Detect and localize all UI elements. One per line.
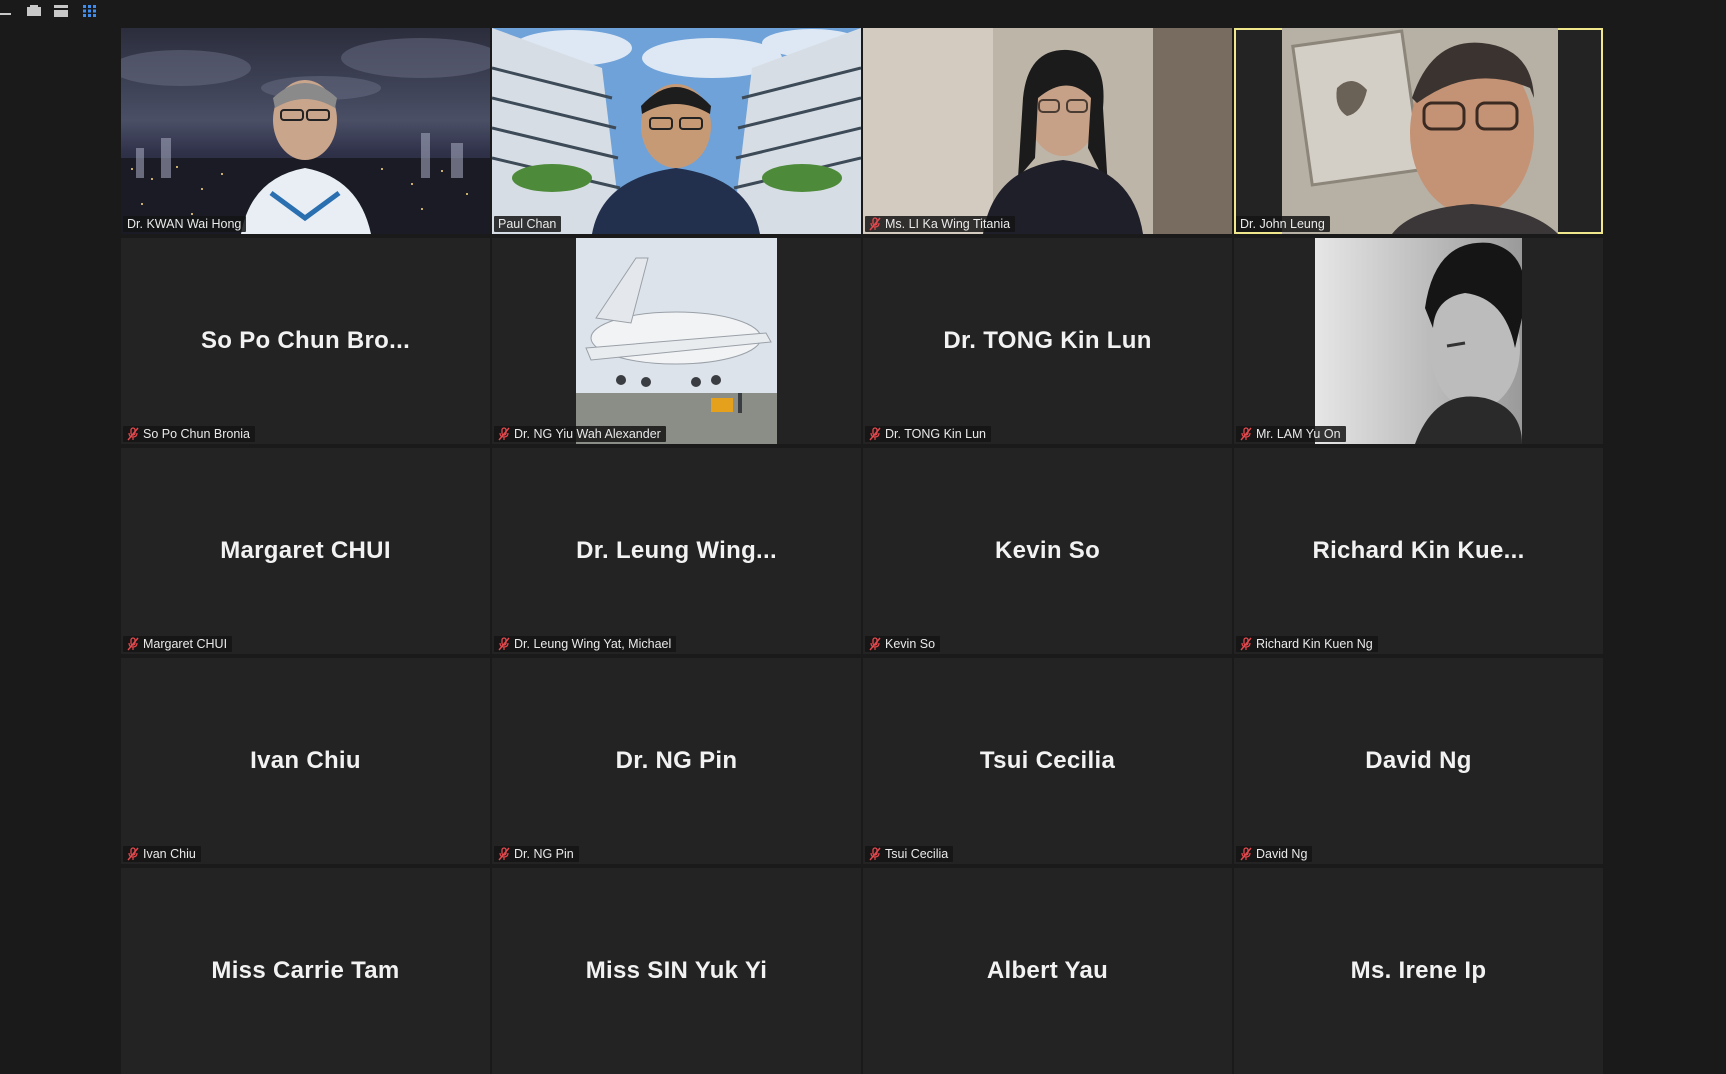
participant-name-label: Tsui Cecilia: [865, 846, 954, 862]
participant-name-label: Dr. NG Yiu Wah Alexander: [494, 426, 666, 442]
muted-mic-icon: [1240, 427, 1252, 441]
participant-name: Tsui Cecilia: [885, 847, 949, 861]
participant-tile[interactable]: Miss Carrie Tam: [121, 868, 490, 1074]
participant-tile[interactable]: Dr. KWAN Wai Hong: [121, 28, 490, 234]
participant-name-label: Ivan Chiu: [123, 846, 201, 862]
participant-display-name: Dr. TONG Kin Lun: [943, 327, 1152, 354]
participant-video: [863, 28, 1232, 234]
participant-name: Ms. LI Ka Wing Titania: [885, 217, 1011, 231]
participant-display-name: Dr. Leung Wing...: [576, 537, 777, 564]
participant-tile[interactable]: David Ng David Ng: [1234, 658, 1603, 864]
minimize-icon[interactable]: [0, 2, 14, 20]
participant-tile[interactable]: Dr. NG Yiu Wah Alexander: [492, 238, 861, 444]
participant-tile[interactable]: Ivan Chiu Ivan Chiu: [121, 658, 490, 864]
participant-display-name: Miss Carrie Tam: [211, 957, 400, 984]
participant-video: [1282, 28, 1558, 234]
participant-name: Paul Chan: [498, 217, 557, 231]
muted-mic-icon: [127, 637, 139, 651]
participant-name-label: Kevin So: [865, 636, 941, 652]
participant-name: Ivan Chiu: [143, 847, 196, 861]
speaker-view-icon[interactable]: [25, 2, 43, 20]
participant-name: David Ng: [1256, 847, 1308, 861]
participant-tile[interactable]: Margaret CHUI Margaret CHUI: [121, 448, 490, 654]
participant-tile[interactable]: Albert Yau: [863, 868, 1232, 1074]
participant-tile[interactable]: Kevin So Kevin So: [863, 448, 1232, 654]
participant-name: Dr. Leung Wing Yat, Michael: [514, 637, 672, 651]
participant-name: Dr. TONG Kin Lun: [885, 427, 986, 441]
participant-display-name: Margaret CHUI: [220, 537, 391, 564]
participant-tile[interactable]: Paul Chan: [492, 28, 861, 234]
participant-name: Mr. LAM Yu On: [1256, 427, 1341, 441]
participant-name-label: Mr. LAM Yu On: [1236, 426, 1346, 442]
participant-tile[interactable]: Ms. Irene Ip: [1234, 868, 1603, 1074]
participant-tile[interactable]: Tsui Cecilia Tsui Cecilia: [863, 658, 1232, 864]
muted-mic-icon: [1240, 637, 1252, 651]
participant-tile[interactable]: So Po Chun Bro... So Po Chun Bronia: [121, 238, 490, 444]
muted-mic-icon: [869, 847, 881, 861]
participant-tile[interactable]: Ms. LI Ka Wing Titania: [863, 28, 1232, 234]
participant-name-label: Dr. NG Pin: [494, 846, 579, 862]
participant-tile[interactable]: Mr. LAM Yu On: [1234, 238, 1603, 444]
participant-video: [121, 28, 490, 234]
muted-mic-icon: [498, 427, 510, 441]
participant-name-label: Dr. Leung Wing Yat, Michael: [494, 636, 677, 652]
gallery-grid: Dr. KWAN Wai Hong Paul Chan Ms. LI Ka Wi…: [121, 28, 1605, 1074]
participant-tile[interactable]: Dr. NG Pin Dr. NG Pin: [492, 658, 861, 864]
participant-video: [492, 28, 861, 234]
participant-name: So Po Chun Bronia: [143, 427, 251, 441]
participant-display-name: David Ng: [1365, 747, 1472, 774]
view-toolbar: [0, 0, 1726, 24]
participant-display-name: So Po Chun Bro...: [200, 327, 411, 354]
participant-display-name: Dr. NG Pin: [615, 747, 738, 774]
participant-display-name: Richard Kin Kue...: [1312, 537, 1525, 564]
participant-name-label: Paul Chan: [494, 216, 562, 232]
muted-mic-icon: [498, 637, 510, 651]
participant-display-name: Kevin So: [994, 537, 1101, 564]
participant-name: Dr. NG Pin: [514, 847, 574, 861]
participant-name: Dr. John Leung: [1240, 217, 1325, 231]
participant-name-label: Dr. John Leung: [1236, 216, 1330, 232]
muted-mic-icon: [1240, 847, 1252, 861]
participant-name: Kevin So: [885, 637, 936, 651]
participant-name-label: Ms. LI Ka Wing Titania: [865, 216, 1016, 232]
participant-name: Dr. NG Yiu Wah Alexander: [514, 427, 661, 441]
participant-name-label: Dr. KWAN Wai Hong: [123, 216, 247, 232]
muted-mic-icon: [127, 427, 139, 441]
participant-tile[interactable]: Dr. TONG Kin Lun Dr. TONG Kin Lun: [863, 238, 1232, 444]
participant-name-label: Dr. TONG Kin Lun: [865, 426, 991, 442]
participant-name: Richard Kin Kuen Ng: [1256, 637, 1373, 651]
strip-view-icon[interactable]: [52, 2, 70, 20]
participant-name-label: David Ng: [1236, 846, 1313, 862]
participant-tile[interactable]: Dr. Leung Wing... Dr. Leung Wing Yat, Mi…: [492, 448, 861, 654]
participant-name-label: Richard Kin Kuen Ng: [1236, 636, 1378, 652]
participant-name-label: So Po Chun Bronia: [123, 426, 256, 442]
participant-name-label: Margaret CHUI: [123, 636, 233, 652]
participant-display-name: Ms. Irene Ip: [1350, 957, 1487, 984]
muted-mic-icon: [127, 847, 139, 861]
participant-tile-active-speaker[interactable]: Dr. John Leung: [1234, 28, 1603, 234]
participant-tile[interactable]: Richard Kin Kue... Richard Kin Kuen Ng: [1234, 448, 1603, 654]
participant-display-name: Tsui Cecilia: [979, 747, 1116, 774]
muted-mic-icon: [869, 637, 881, 651]
participant-display-name: Ivan Chiu: [250, 747, 361, 774]
muted-mic-icon: [869, 217, 881, 231]
muted-mic-icon: [869, 427, 881, 441]
participant-display-name: Miss SIN Yuk Yi: [585, 957, 768, 984]
gallery-view-icon[interactable]: [81, 2, 99, 20]
participant-name: Margaret CHUI: [143, 637, 228, 651]
participant-name: Dr. KWAN Wai Hong: [127, 217, 242, 231]
participant-tile[interactable]: Miss SIN Yuk Yi: [492, 868, 861, 1074]
muted-mic-icon: [498, 847, 510, 861]
participant-profile-picture: [1315, 238, 1522, 444]
participant-display-name: Albert Yau: [986, 957, 1109, 984]
participant-profile-picture: [576, 238, 777, 444]
